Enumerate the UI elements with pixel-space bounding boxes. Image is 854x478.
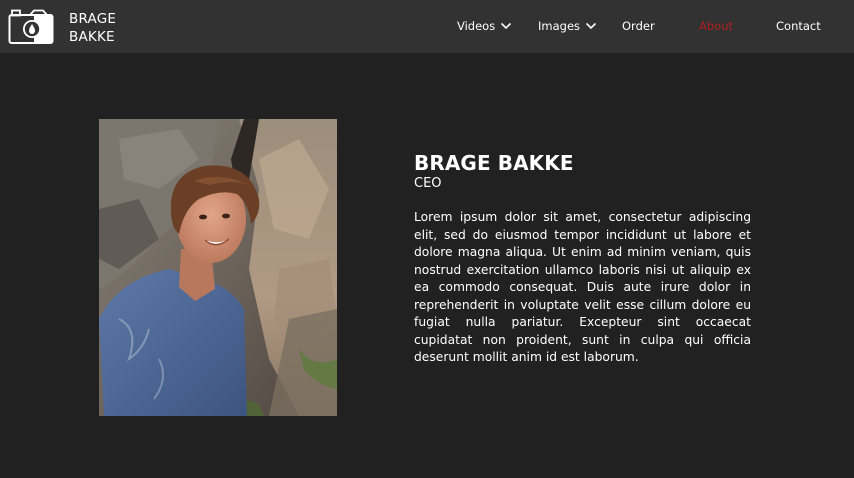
profile-photo bbox=[99, 119, 337, 416]
nav-item-label: Contact bbox=[776, 19, 821, 33]
nav-item-label: Order bbox=[622, 19, 655, 33]
profile-bio: Lorem ipsum dolor sit amet, consectetur … bbox=[414, 210, 751, 364]
nav-item-about[interactable]: About bbox=[699, 18, 733, 34]
profile-role: CEO bbox=[414, 176, 442, 191]
nav-item-contact[interactable]: Contact bbox=[776, 18, 821, 34]
nav-item-order[interactable]: Order bbox=[622, 18, 655, 34]
camera-logo-icon[interactable] bbox=[8, 9, 54, 45]
brand-name[interactable]: BRAGE BAKKE bbox=[69, 10, 116, 46]
brand-line-2: BAKKE bbox=[69, 29, 115, 45]
nav-item-label: Videos bbox=[457, 19, 496, 33]
nav-item-label: About bbox=[699, 19, 734, 33]
brand-line-1: BRAGE bbox=[69, 11, 117, 27]
chevron-down-icon bbox=[501, 22, 512, 30]
profile-name: BRAGE BAKKE bbox=[414, 151, 574, 175]
navbar: BRAGE BAKKE Videos Images Order About Co… bbox=[0, 0, 854, 53]
chevron-down-icon bbox=[585, 22, 597, 30]
nav-item-videos[interactable]: Videos bbox=[457, 18, 512, 34]
nav-item-label: Images bbox=[538, 19, 581, 33]
nav-item-images[interactable]: Images bbox=[538, 18, 597, 34]
